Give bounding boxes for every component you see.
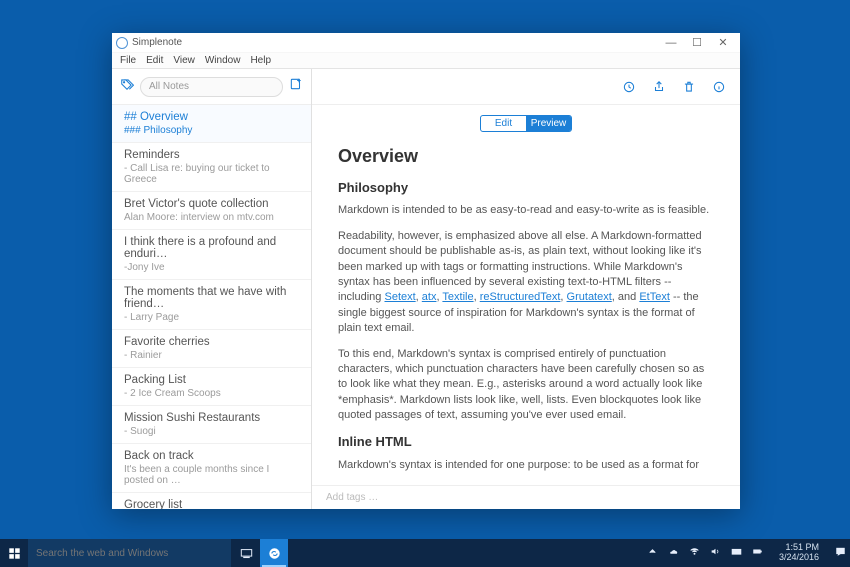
task-view-button[interactable]: [232, 539, 260, 567]
note-subtitle: Alan Moore: interview on mtv.com: [124, 212, 299, 223]
doc-h2: Inline HTML: [338, 433, 714, 451]
main-pane: Edit Preview Overview Philosophy Markdow…: [312, 69, 740, 509]
taskbar-search[interactable]: [28, 539, 232, 567]
doc-link[interactable]: reStructuredText: [480, 291, 561, 303]
list-item[interactable]: Reminders - Call Lisa re: buying our tic…: [112, 143, 311, 192]
note-title: Back on track: [124, 450, 299, 462]
list-item[interactable]: I think there is a profound and enduri… …: [112, 230, 311, 280]
tray-onedrive-icon[interactable]: [668, 546, 679, 560]
doc-link[interactable]: Grutatext: [567, 291, 612, 303]
menu-file[interactable]: File: [115, 55, 141, 66]
note-subtitle: - Rainier: [124, 350, 299, 361]
menu-window[interactable]: Window: [200, 55, 246, 66]
edit-preview-toggle: Edit Preview: [480, 115, 572, 132]
list-item[interactable]: Bret Victor's quote collection Alan Moor…: [112, 192, 311, 230]
search-input[interactable]: All Notes: [140, 77, 283, 97]
window-title: Simplenote: [132, 37, 182, 48]
note-title: Bret Victor's quote collection: [124, 198, 299, 210]
note-title: The moments that we have with friend…: [124, 286, 299, 310]
doc-paragraph: Markdown is intended to be as easy-to-re…: [338, 203, 714, 218]
history-icon[interactable]: [622, 80, 636, 94]
tray-network-icon[interactable]: [689, 546, 700, 560]
menu-help[interactable]: Help: [245, 55, 276, 66]
doc-link[interactable]: atx: [422, 291, 437, 303]
taskbar-search-input[interactable]: [36, 548, 223, 559]
tags-icon[interactable]: [120, 77, 134, 96]
note-title: Grocery list: [124, 499, 299, 509]
note-subtitle: - Call Lisa re: buying our ticket to Gre…: [124, 163, 299, 185]
app-window: Simplenote — ☐ ✕ File Edit View Window H…: [112, 33, 740, 509]
note-subtitle: It's been a couple months since I posted…: [124, 464, 299, 486]
new-note-icon[interactable]: [289, 77, 303, 96]
doc-paragraph: To this end, Markdown's syntax is compri…: [338, 347, 714, 424]
preview-toggle-button[interactable]: Preview: [526, 116, 571, 131]
clock-date: 3/24/2016: [779, 553, 819, 563]
list-item[interactable]: ## Overview ### Philosophy: [112, 105, 311, 143]
note-subtitle: - 2 Ice Cream Scoops: [124, 388, 299, 399]
doc-paragraph: Readability, however, is emphasized abov…: [338, 229, 714, 337]
tray-chevron-icon[interactable]: [647, 546, 658, 560]
note-title: Favorite cherries: [124, 336, 299, 348]
window-close-button[interactable]: ✕: [710, 34, 736, 52]
tray-keyboard-icon[interactable]: [731, 546, 742, 560]
note-title: ## Overview: [124, 111, 299, 123]
doc-link[interactable]: Setext: [384, 291, 415, 303]
doc-link[interactable]: EtText: [639, 291, 670, 303]
window-titlebar[interactable]: Simplenote — ☐ ✕: [112, 33, 740, 53]
note-subtitle: ### Philosophy: [124, 125, 299, 136]
list-item[interactable]: Mission Sushi Restaurants - Suogi: [112, 406, 311, 444]
menu-edit[interactable]: Edit: [141, 55, 168, 66]
editor-toolbar: [312, 69, 740, 105]
action-center-icon[interactable]: [835, 546, 846, 560]
note-subtitle: -Jony Ive: [124, 262, 299, 273]
tray-volume-icon[interactable]: [710, 546, 721, 560]
share-icon[interactable]: [652, 80, 666, 94]
start-button[interactable]: [0, 539, 28, 567]
note-title: Reminders: [124, 149, 299, 161]
trash-icon[interactable]: [682, 80, 696, 94]
editor-content[interactable]: Overview Philosophy Markdown is intended…: [312, 140, 740, 485]
edit-toggle-button[interactable]: Edit: [481, 116, 526, 131]
note-list[interactable]: ## Overview ### Philosophy Reminders - C…: [112, 105, 311, 509]
tray-battery-icon[interactable]: [752, 546, 763, 560]
doc-h1: Overview: [338, 144, 714, 169]
window-maximize-button[interactable]: ☐: [684, 34, 710, 52]
list-item[interactable]: Favorite cherries - Rainier: [112, 330, 311, 368]
note-subtitle: - Larry Page: [124, 312, 299, 323]
simplenote-app-button[interactable]: [260, 539, 288, 567]
doc-link[interactable]: Textile: [442, 291, 473, 303]
list-item[interactable]: Back on track It's been a couple months …: [112, 444, 311, 493]
clock[interactable]: 1:51 PM 3/24/2016: [773, 543, 825, 563]
info-icon[interactable]: [712, 80, 726, 94]
doc-paragraph: Markdown's syntax is intended for one pu…: [338, 458, 714, 473]
list-item[interactable]: Packing List - 2 Ice Cream Scoops: [112, 368, 311, 406]
taskbar: 1:51 PM 3/24/2016: [0, 539, 850, 567]
app-icon: [116, 37, 128, 49]
sidebar-toolbar: All Notes: [112, 69, 311, 105]
list-item[interactable]: The moments that we have with friend… - …: [112, 280, 311, 330]
note-subtitle: - Suogi: [124, 426, 299, 437]
system-tray: 1:51 PM 3/24/2016: [647, 543, 850, 563]
window-minimize-button[interactable]: —: [658, 34, 684, 52]
menubar: File Edit View Window Help: [112, 53, 740, 69]
list-item[interactable]: Grocery list: [112, 493, 311, 509]
note-title: Mission Sushi Restaurants: [124, 412, 299, 424]
menu-view[interactable]: View: [168, 55, 200, 66]
doc-h2: Philosophy: [338, 179, 714, 197]
tag-input[interactable]: Add tags …: [312, 485, 740, 509]
sidebar: All Notes ## Overview ### Philosophy Rem…: [112, 69, 312, 509]
note-title: Packing List: [124, 374, 299, 386]
note-title: I think there is a profound and enduri…: [124, 236, 299, 260]
